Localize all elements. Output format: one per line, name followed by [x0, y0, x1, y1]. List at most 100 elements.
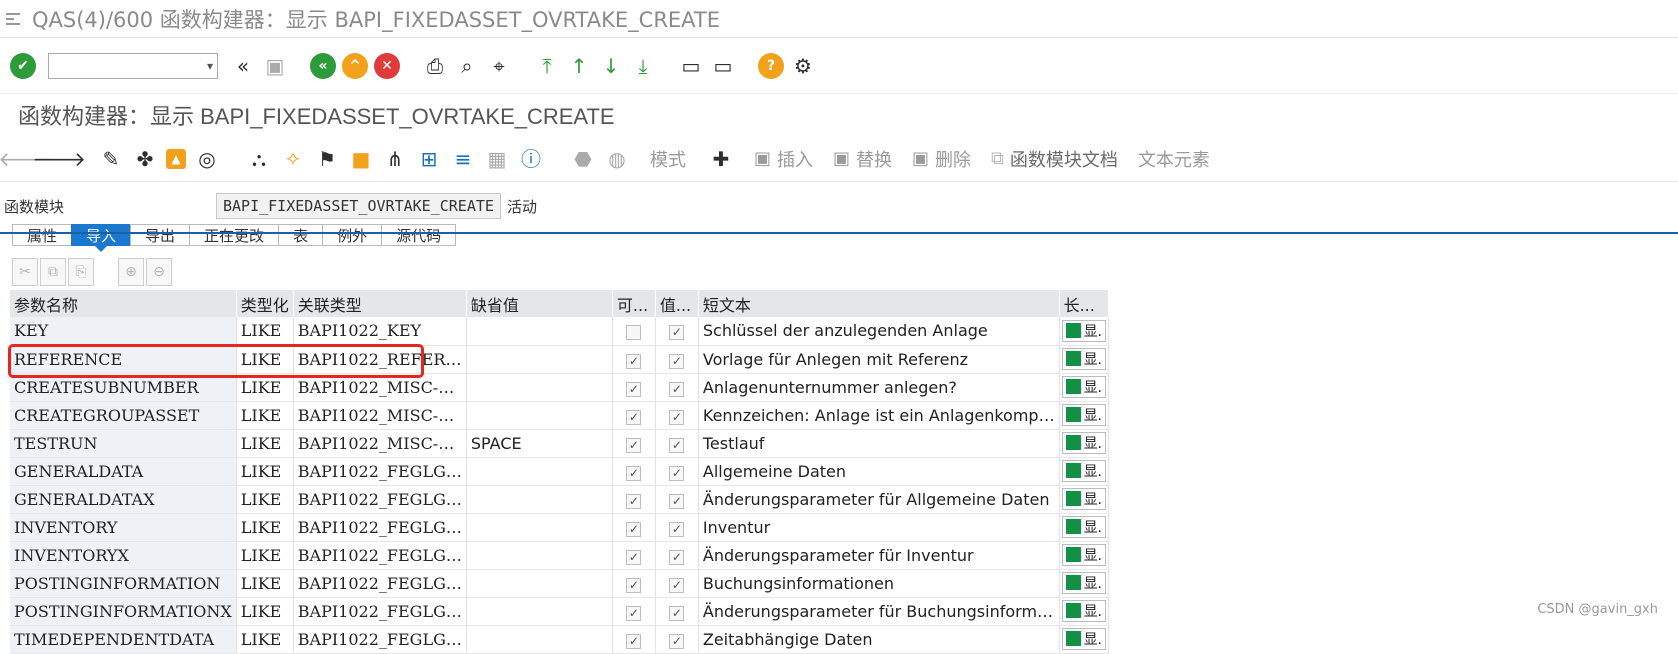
help-icon[interactable]: ? — [758, 52, 784, 79]
optional-checkbox[interactable]: ✓ — [626, 325, 642, 341]
pass-value-checkbox[interactable]: ✓ — [669, 409, 685, 425]
optional-checkbox[interactable]: ✓ — [626, 465, 642, 481]
default-cell[interactable]: SPACE — [466, 429, 613, 458]
short-text-cell[interactable]: Allgemeine Daten — [698, 457, 1060, 486]
wand-icon[interactable]: ✧ — [280, 146, 306, 172]
pass-value-checkbox[interactable]: ✓ — [669, 549, 685, 565]
fm-documentation-button[interactable]: ⧉ 函数模块文档 — [991, 146, 1118, 172]
breakpoint-icon[interactable]: ■ — [348, 146, 374, 172]
long-text-button[interactable]: 显. — [1061, 403, 1107, 426]
pass-value-checkbox[interactable]: ✓ — [669, 605, 685, 621]
table-row[interactable]: GENERALDATAX LIKE BAPI1022_FEGLG… ✓ ✓ Änderun… — [10, 485, 1110, 514]
long-text-button[interactable]: 显. — [1061, 319, 1107, 342]
pass-value-checkbox[interactable]: ✓ — [669, 577, 685, 593]
assoc-type-cell[interactable]: BAPI1022_MISC-… — [293, 429, 467, 458]
cut-icon[interactable]: ✂ — [12, 258, 38, 286]
long-text-button[interactable]: 显. — [1061, 375, 1107, 398]
short-text-cell[interactable]: Anlagenunternummer anlegen? — [698, 373, 1060, 402]
typing-cell[interactable]: LIKE — [236, 597, 294, 626]
table-icon[interactable]: ▦ — [484, 146, 510, 172]
typing-cell[interactable]: LIKE — [236, 541, 294, 570]
pass-value-checkbox[interactable]: ✓ — [669, 325, 685, 341]
col-typing[interactable]: 类型化 — [236, 290, 294, 317]
optional-checkbox[interactable]: ✓ — [626, 521, 642, 537]
shortcut-icon[interactable]: ▭ — [710, 53, 736, 79]
long-text-button[interactable]: 显. — [1061, 543, 1107, 566]
default-cell[interactable] — [466, 457, 613, 486]
pass-value-checkbox[interactable]: ✓ — [669, 353, 685, 369]
chevron-down-icon[interactable]: ▾ — [207, 59, 213, 73]
param-name-cell[interactable]: CREATEGROUPASSET — [10, 401, 237, 430]
globe-icon[interactable]: ◍ — [604, 146, 630, 172]
short-text-cell[interactable]: Inventur — [698, 513, 1060, 542]
mode-button[interactable]: 模式 — [650, 146, 686, 172]
table-row[interactable]: INVENTORY LIKE BAPI1022_FEGLG… ✓ ✓ Inventur 显. — [10, 513, 1110, 542]
hierarchy-icon[interactable]: ⊞ — [416, 146, 442, 172]
find-icon[interactable]: ⌕ — [454, 53, 480, 79]
command-field[interactable]: ▾ — [48, 52, 218, 79]
col-long-text[interactable]: 长... — [1059, 290, 1110, 317]
tab-import[interactable]: 导入 — [71, 224, 131, 252]
long-text-button[interactable]: 显. — [1061, 347, 1107, 370]
default-cell[interactable] — [466, 485, 613, 514]
param-name-cell[interactable]: KEY — [10, 317, 237, 346]
short-text-cell[interactable]: Änderungsparameter für Inventur — [698, 541, 1060, 570]
col-short-text[interactable]: 短文本 — [698, 290, 1060, 317]
long-text-button[interactable]: 显. — [1061, 487, 1107, 510]
assoc-type-cell[interactable]: BAPI1022_KEY — [293, 317, 467, 346]
where-used-icon[interactable]: ⛬ — [246, 146, 272, 172]
last-page-icon[interactable]: ⤓ — [630, 53, 656, 79]
param-name-cell[interactable]: POSTINGINFORMATION — [10, 569, 237, 598]
table-row[interactable]: TIMEDEPENDENTDATA LIKE BAPI1022_FEGLG… ✓ ✓ Ze… — [10, 625, 1110, 654]
short-text-cell[interactable]: Schlüssel der anzulegenden Anlage — [698, 317, 1060, 346]
pass-value-checkbox[interactable]: ✓ — [669, 465, 685, 481]
short-text-cell[interactable]: Änderungsparameter für Buchungsinform… — [698, 597, 1060, 626]
long-text-button[interactable]: 显. — [1061, 599, 1107, 622]
param-name-cell[interactable]: GENERALDATA — [10, 457, 237, 486]
col-pass-value[interactable]: 值... — [655, 290, 699, 317]
pass-value-checkbox[interactable]: ✓ — [669, 437, 685, 453]
optional-checkbox[interactable]: ✓ — [626, 549, 642, 565]
delete-row-icon[interactable]: ⊖ — [146, 258, 172, 286]
next-page-icon[interactable]: ↓ — [598, 53, 624, 79]
default-cell[interactable] — [466, 597, 613, 626]
default-cell[interactable] — [466, 625, 613, 654]
typing-cell[interactable]: LIKE — [236, 569, 294, 598]
pass-value-checkbox[interactable]: ✓ — [669, 381, 685, 397]
copy-icon[interactable]: ⧉ — [40, 258, 66, 286]
long-text-button[interactable]: 显. — [1061, 515, 1107, 538]
col-optional[interactable]: 可... — [612, 290, 656, 317]
short-text-cell[interactable]: Vorlage für Anlegen mit Referenz — [698, 345, 1060, 374]
typing-cell[interactable]: LIKE — [236, 485, 294, 514]
short-text-cell[interactable]: Testlauf — [698, 429, 1060, 458]
long-text-button[interactable]: 显. — [1061, 571, 1107, 594]
default-cell[interactable] — [466, 541, 613, 570]
save-icon[interactable]: ▣ — [262, 53, 288, 79]
cancel-button[interactable]: ✕ — [374, 52, 400, 79]
typing-cell[interactable]: LIKE — [236, 457, 294, 486]
assoc-type-cell[interactable]: BAPI1022_FEGLG… — [293, 513, 467, 542]
first-page-icon[interactable]: ⤒ — [534, 53, 560, 79]
enter-button[interactable]: ✔ — [10, 52, 36, 79]
new-session-icon[interactable]: ▭ — [678, 53, 704, 79]
assoc-type-cell[interactable]: BAPI1022_FEGLG… — [293, 625, 467, 654]
long-text-button[interactable]: 显. — [1061, 431, 1107, 454]
tab-source-code[interactable]: 源代码 — [381, 224, 457, 246]
default-cell[interactable] — [466, 317, 613, 346]
pass-value-checkbox[interactable]: ✓ — [669, 493, 685, 509]
default-cell[interactable] — [466, 345, 613, 374]
test-icon[interactable]: ◎ — [194, 146, 220, 172]
default-cell[interactable] — [466, 401, 613, 430]
param-name-cell[interactable]: TESTRUN — [10, 429, 237, 458]
typing-cell[interactable]: LIKE — [236, 317, 294, 346]
text-elements-button[interactable]: 文本元素 — [1138, 146, 1210, 172]
table-row[interactable]: KEYLIKEBAPI1022_KEY ✓ ✓ Schlüssel der anzul… — [10, 317, 1110, 346]
tab-changing[interactable]: 正在更改 — [189, 224, 279, 246]
check-icon[interactable]: ✤ — [132, 146, 158, 172]
function-module-field[interactable]: BAPI_FIXEDASSET_OVRTAKE_CREATE — [216, 193, 501, 219]
col-param-name[interactable]: 参数名称 — [10, 290, 237, 317]
short-text-cell[interactable]: Kennzeichen: Anlage ist ein Anlagenkomp… — [698, 401, 1060, 430]
tab-attributes[interactable]: 属性 — [12, 224, 72, 246]
assoc-type-cell[interactable]: BAPI1022_FEGLG… — [293, 457, 467, 486]
short-text-cell[interactable]: Buchungsinformationen — [698, 569, 1060, 598]
